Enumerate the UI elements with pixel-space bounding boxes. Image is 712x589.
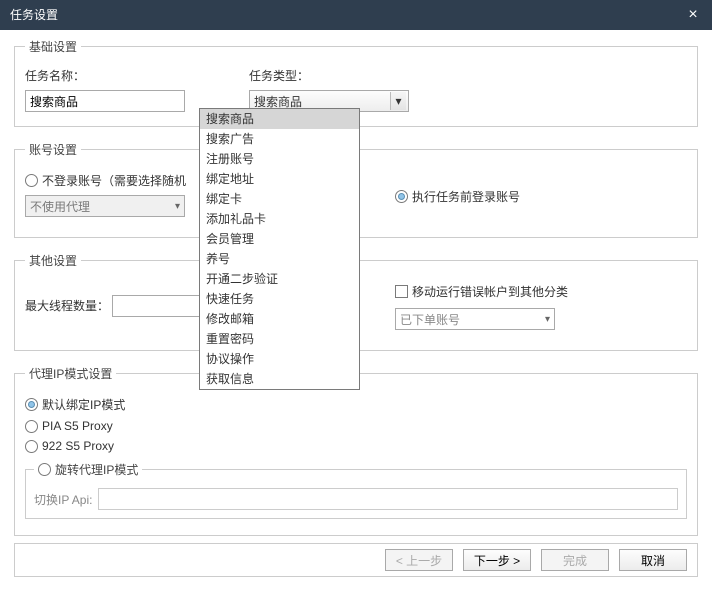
close-icon[interactable]: × [684,0,702,30]
radio-selected-icon [25,398,38,411]
task-type-dropdown[interactable]: 搜索商品搜索广告注册账号绑定地址绑定卡添加礼品卡会员管理养号开通二步验证快速任务… [199,108,360,390]
proxy-select-disabled: 不使用代理 ▾ [25,195,185,217]
proxy-ip-group: 代理IP模式设置 默认绑定IP模式 PIA S5 Proxy 922 S5 Pr… [14,365,698,536]
move-error-label: 移动运行错误帐户到其他分类 [412,283,568,300]
task-type-value: 搜索商品 [254,93,302,110]
done-button: 完成 [541,549,609,571]
task-name-input[interactable] [25,90,185,112]
account-settings-legend: 账号设置 [25,141,81,158]
task-type-option[interactable]: 养号 [200,249,359,269]
chevron-down-icon: ▾ [390,92,406,110]
radio-empty-icon [25,174,38,187]
max-threads-label: 最大线程数量： [25,299,109,313]
task-type-option[interactable]: 修改邮箱 [200,309,359,329]
chevron-down-icon: ▾ [545,314,550,325]
proxy-pia-label: PIA S5 Proxy [42,419,113,433]
cancel-button[interactable]: 取消 [619,549,687,571]
move-error-checkbox[interactable]: 移动运行错误帐户到其他分类 [395,283,687,300]
basic-settings-legend: 基础设置 [25,38,81,55]
rotate-proxy-group: 旋转代理IP模式 切换IP Api: [25,459,687,519]
title-bar: 任务设置 × [0,0,712,30]
proxy-default-label: 默认绑定IP模式 [42,396,125,413]
no-login-label: 不登录账号（需要选择随机 [42,172,186,189]
prev-button: < 上一步 [385,549,453,571]
task-type-label: 任务类型： [249,67,463,84]
proxy-select-value: 不使用代理 [30,198,90,215]
placed-account-value: 已下单账号 [400,311,460,328]
rotate-proxy-legend[interactable]: 旋转代理IP模式 [34,459,142,480]
login-before-radio[interactable]: 执行任务前登录账号 [395,188,687,205]
radio-empty-icon [38,463,51,476]
task-name-label: 任务名称： [25,67,239,84]
next-button[interactable]: 下一步 > [463,549,531,571]
task-type-option[interactable]: 开通二步验证 [200,269,359,289]
radio-selected-icon [395,190,408,203]
proxy-922-radio[interactable]: 922 S5 Proxy [25,439,687,453]
task-type-option[interactable]: 注册账号 [200,149,359,169]
switch-ip-api-label: 切换IP Api: [34,491,92,508]
task-type-option[interactable]: 添加礼品卡 [200,209,359,229]
checkbox-empty-icon [395,285,408,298]
rotate-proxy-label: 旋转代理IP模式 [55,461,138,478]
task-type-option[interactable]: 绑定卡 [200,189,359,209]
login-before-label: 执行任务前登录账号 [412,188,520,205]
task-type-option[interactable]: 搜索商品 [200,109,359,129]
proxy-ip-legend: 代理IP模式设置 [25,365,116,382]
task-type-option[interactable]: 绑定地址 [200,169,359,189]
proxy-922-label: 922 S5 Proxy [42,439,114,453]
wizard-footer: < 上一步 下一步 > 完成 取消 [14,543,698,577]
proxy-default-radio[interactable]: 默认绑定IP模式 [25,396,687,413]
other-settings-legend: 其他设置 [25,252,81,269]
task-type-option[interactable]: 重置密码 [200,329,359,349]
radio-empty-icon [25,420,38,433]
placed-account-select[interactable]: 已下单账号 ▾ [395,308,555,330]
switch-ip-api-input[interactable] [98,488,678,510]
window-title: 任务设置 [10,0,58,30]
task-type-option[interactable]: 获取信息 [200,369,359,389]
task-type-option[interactable]: 协议操作 [200,349,359,369]
task-type-option[interactable]: 会员管理 [200,229,359,249]
proxy-pia-radio[interactable]: PIA S5 Proxy [25,419,687,433]
chevron-down-icon: ▾ [175,201,180,212]
radio-empty-icon [25,440,38,453]
task-type-option[interactable]: 快速任务 [200,289,359,309]
task-type-option[interactable]: 搜索广告 [200,129,359,149]
